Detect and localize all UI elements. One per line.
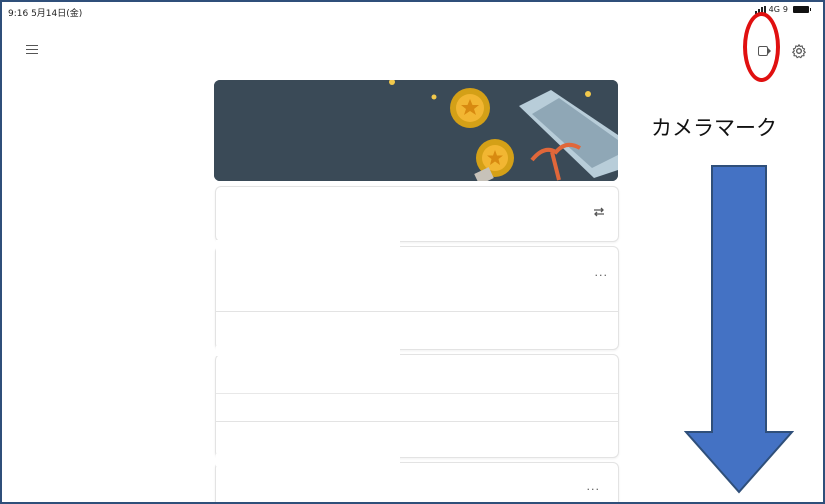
status-bar: 9:16 5月14日(金) 4G 9: [2, 2, 823, 20]
hamburger-menu-icon[interactable]: [26, 45, 38, 55]
post-card[interactable]: ···: [215, 246, 619, 350]
redaction-block: [216, 240, 400, 252]
screenshot-frame: 9:16 5月14日(金) 4G 9 ··· ··· カメラマーク: [0, 0, 825, 504]
down-arrow-annotation: [684, 165, 794, 494]
card-divider: [216, 421, 618, 422]
camera-highlight-circle: [743, 12, 780, 82]
more-options-icon[interactable]: ···: [587, 483, 601, 496]
card-divider: [216, 311, 618, 312]
gear-icon[interactable]: [791, 43, 807, 59]
redaction-block: [216, 346, 400, 356]
post-card[interactable]: [215, 354, 619, 458]
battery-icon: [793, 6, 811, 13]
camera-mark-label: カメラマーク: [651, 116, 777, 140]
repeat-icon[interactable]: [592, 205, 606, 219]
card-divider: [216, 393, 618, 394]
network-type: 4G: [768, 5, 780, 14]
class-banner: [214, 80, 618, 181]
post-card[interactable]: ···: [215, 462, 619, 502]
redaction-block: [216, 454, 400, 466]
battery-percent: 9: [782, 5, 788, 14]
info-card[interactable]: [215, 186, 619, 242]
banner-illustration: [214, 80, 618, 181]
status-time: 9:16 5月14日(金): [8, 9, 83, 19]
more-options-icon[interactable]: ···: [595, 269, 609, 282]
